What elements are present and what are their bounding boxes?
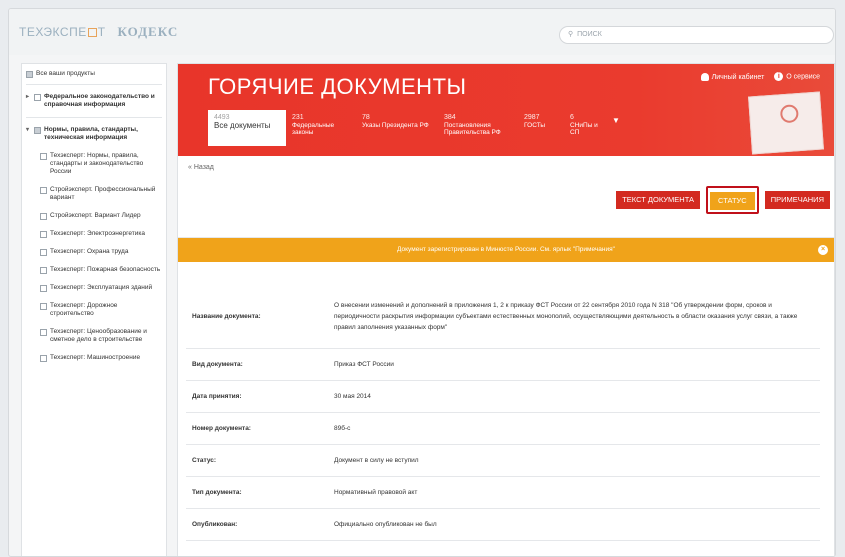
header-links: Личный кабинет iО сервисе [700, 72, 820, 81]
sidebar-item-label: Федеральное законодательство и справочна… [44, 93, 155, 108]
document-actions: ТЕКСТ ДОКУМЕНТА СТАТУС ПРИМЕЧАНИЯ [616, 186, 830, 214]
table-row: Опубликован: Официально опубликован не бы… [186, 508, 820, 541]
checkbox[interactable] [26, 71, 33, 78]
sidebar-item-label: Техэксперт: Машиностроение [50, 354, 141, 361]
info-icon: i [774, 72, 784, 81]
checkbox[interactable] [40, 231, 47, 238]
back-link[interactable]: « Назад [188, 164, 214, 171]
checkbox[interactable] [34, 127, 41, 134]
close-icon[interactable]: × [818, 245, 828, 255]
checkbox[interactable] [40, 303, 47, 310]
detail-value: Нормативный правовой акт [328, 476, 820, 509]
table-row: Статус: Документ в силу не вступил [186, 444, 820, 477]
detail-value: Официально опубликован не был [328, 508, 820, 541]
sidebar-item-label: Техэксперт: Электроэнергетика [50, 230, 145, 237]
detail-value: 89б-с [328, 412, 820, 445]
notice-banner: Документ зарегистрирован в Минюсте Росси… [178, 238, 834, 262]
documents-illustration [748, 91, 824, 155]
tab-snips[interactable]: 6 СНиПы и СП [564, 110, 604, 146]
checkbox[interactable] [34, 94, 41, 101]
table-row: Вид документа: Приказ ФСТ России [186, 348, 820, 381]
detail-value: 30 мая 2014 [328, 380, 820, 413]
cabinet-link[interactable]: Личный кабинет [700, 72, 764, 81]
chevron-right-icon[interactable]: ▸ [26, 93, 31, 101]
app-window: ТЕХЭКСПЕ Т КОДЕКС ⚲ ПОИСК Все ваши продук… [8, 8, 836, 557]
checkbox[interactable] [40, 267, 47, 274]
detail-key: Опубликован: [186, 508, 328, 541]
notice-text: Документ зарегистрирован в Минюсте Росси… [397, 246, 615, 253]
sidebar-group-federal[interactable]: ▸ Федеральное законодательство и справоч… [26, 93, 162, 118]
top-bar: ТЕХЭКСПЕ Т КОДЕКС ⚲ ПОИСК [9, 9, 835, 55]
page-header: ГОРЯЧИЕ ДОКУМЕНТЫ Личный кабинет iО серв… [178, 64, 834, 156]
tab-federal-laws[interactable]: 231 Федеральные законы [286, 110, 356, 146]
detail-key: Номер документа: [186, 412, 328, 445]
about-link[interactable]: iО сервисе [774, 72, 820, 81]
checkbox[interactable] [40, 329, 47, 336]
main-content: ГОРЯЧИЕ ДОКУМЕНТЫ Личный кабинет iО серв… [177, 63, 835, 556]
detail-key: Название документа: [186, 286, 328, 349]
sidebar-item-label: Техэксперт: Пожарная безопасность [50, 266, 161, 273]
table-row: Название документа: О внесении изменений … [186, 286, 820, 349]
sidebar-item[interactable]: Техэксперт: Машиностроение [40, 354, 162, 362]
category-tabs: 4493 Все документы 231 Федеральные законы … [208, 110, 628, 146]
search-input[interactable]: ⚲ ПОИСК [559, 26, 834, 44]
checkbox[interactable] [40, 285, 47, 292]
detail-key: Вид документа: [186, 348, 328, 381]
logo-box-icon [87, 28, 97, 38]
status-button[interactable]: СТАТУС [710, 192, 755, 210]
kodeks-logo[interactable]: КОДЕКС [118, 24, 179, 40]
detail-value: Документ в силу не вступил [328, 444, 820, 477]
checkbox[interactable] [40, 355, 47, 362]
sidebar-item[interactable]: Техэксперт: Ценообразование и сметное де… [40, 328, 162, 344]
tab-presidential-decrees[interactable]: 78 Указы Президента РФ [356, 110, 438, 146]
search-icon: ⚲ [568, 31, 574, 38]
document-text-button[interactable]: ТЕКСТ ДОКУМЕНТА [616, 191, 701, 209]
table-row: Тип документа: Нормативный правовой акт [186, 476, 820, 509]
checkbox[interactable] [40, 187, 47, 194]
document-toolbar: « Назад ТЕКСТ ДОКУМЕНТА СТАТУС ПРИМЕЧАНИ… [178, 156, 834, 238]
table-row: Номер документа: 89б-с [186, 412, 820, 445]
notes-button[interactable]: ПРИМЕЧАНИЯ [764, 191, 830, 209]
tab-gosts[interactable]: 2987 ГОСТы [518, 110, 564, 146]
sidebar-all-products[interactable]: Все ваши продукты [26, 70, 162, 85]
detail-key: Тип документа: [186, 476, 328, 509]
sidebar-item-label: Техэксперт: Эксплуатация зданий [50, 284, 153, 291]
tabs-more-button[interactable]: ▼ [604, 110, 628, 146]
sidebar-item[interactable]: Техэксперт: Нормы, правила, стандарты и … [40, 152, 162, 176]
sidebar-item-label: Техэксперт: Дорожное строительство [50, 302, 118, 317]
detail-value: О внесении изменений и дополнений в прил… [328, 286, 820, 349]
checkbox[interactable] [40, 153, 47, 160]
tab-government-resolutions[interactable]: 384 Постановления Правительства РФ [438, 110, 518, 146]
sidebar-item-label: Все ваши продукты [36, 70, 95, 77]
sidebar-group-norms[interactable]: ▾ Нормы, правила, стандарты, техническая… [26, 126, 162, 142]
sidebar-item[interactable]: Техэксперт: Пожарная безопасность [40, 266, 162, 274]
sidebar-item[interactable]: Техэксперт: Электроэнергетика [40, 230, 162, 238]
sidebar: Все ваши продукты ▸ Федеральное законода… [21, 63, 167, 556]
table-row: Дата принятия: 30 мая 2014 [186, 380, 820, 413]
sidebar-item-label: Нормы, правила, стандарты, техническая и… [44, 126, 138, 141]
checkbox[interactable] [40, 249, 47, 256]
user-icon [700, 72, 709, 81]
sidebar-item-label: Техэксперт: Нормы, правила, стандарты и … [50, 152, 144, 175]
sidebar-item-label: Стройэксперт. Вариант Лидер [50, 212, 141, 219]
sidebar-item[interactable]: Стройэксперт. Вариант Лидер [40, 212, 162, 220]
sidebar-item-label: Техэксперт: Ценообразование и сметное де… [50, 328, 147, 343]
tab-all-documents[interactable]: 4493 Все документы [208, 110, 286, 146]
checkbox[interactable] [40, 213, 47, 220]
detail-value: Приказ ФСТ России [328, 348, 820, 381]
sidebar-item-label: Стройэксперт. Профессиональный вариант [50, 186, 156, 201]
page-title: ГОРЯЧИЕ ДОКУМЕНТЫ [208, 74, 467, 99]
detail-key: Статус: [186, 444, 328, 477]
status-highlight: СТАТУС [706, 186, 759, 214]
sidebar-item[interactable]: Стройэксперт. Профессиональный вариант [40, 186, 162, 202]
chevron-down-icon[interactable]: ▾ [26, 126, 31, 134]
detail-key: Дата принятия: [186, 380, 328, 413]
techexpert-logo[interactable]: ТЕХЭКСПЕ Т [19, 25, 106, 39]
sidebar-item[interactable]: Техэксперт: Охрана труда [40, 248, 162, 256]
search-placeholder: ПОИСК [577, 31, 602, 38]
document-details-table: Название документа: О внесении изменений … [186, 286, 820, 541]
sidebar-item-label: Техэксперт: Охрана труда [50, 248, 129, 255]
sidebar-item[interactable]: Техэксперт: Дорожное строительство [40, 302, 162, 318]
sidebar-item[interactable]: Техэксперт: Эксплуатация зданий [40, 284, 162, 292]
